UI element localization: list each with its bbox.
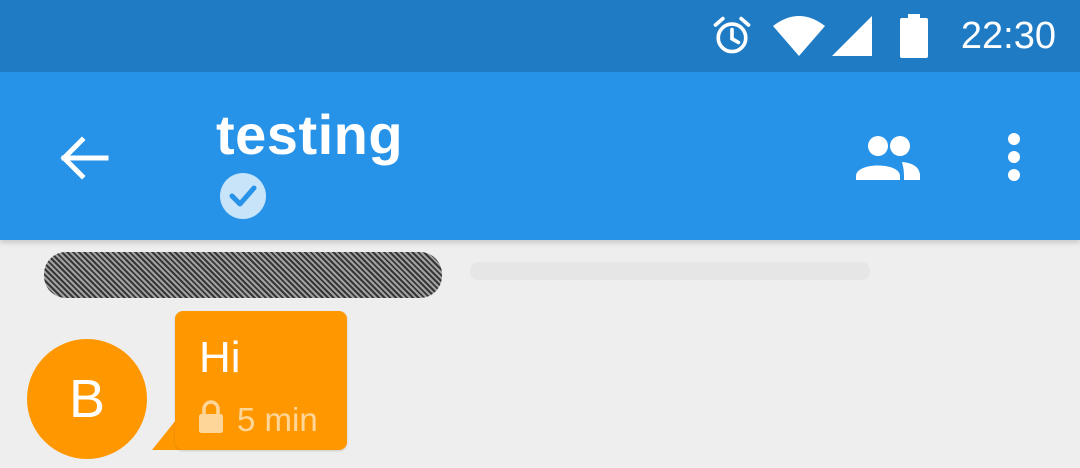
- more-vert-icon[interactable]: [984, 124, 1044, 196]
- redacted-text: [44, 252, 442, 298]
- wifi-icon: [773, 16, 825, 56]
- lock-icon: [199, 400, 223, 433]
- signal-icon: [832, 16, 872, 56]
- message-bubble[interactable]: Hi 5 min: [175, 311, 347, 450]
- message-time: 5 min: [237, 401, 318, 438]
- battery-icon: [900, 14, 928, 58]
- conversation-title: testing: [216, 103, 404, 166]
- verified-check-icon: [220, 173, 266, 219]
- avatar[interactable]: B: [27, 339, 147, 459]
- status-bar: 22:30: [0, 0, 1080, 72]
- redacted-text-faint: [470, 262, 870, 280]
- status-clock: 22:30: [960, 15, 1056, 57]
- alarm-icon: [713, 16, 751, 54]
- back-arrow-icon[interactable]: [48, 122, 120, 194]
- people-icon[interactable]: [852, 124, 924, 196]
- app-toolbar: testing: [0, 72, 1080, 240]
- message-text: Hi: [199, 333, 241, 382]
